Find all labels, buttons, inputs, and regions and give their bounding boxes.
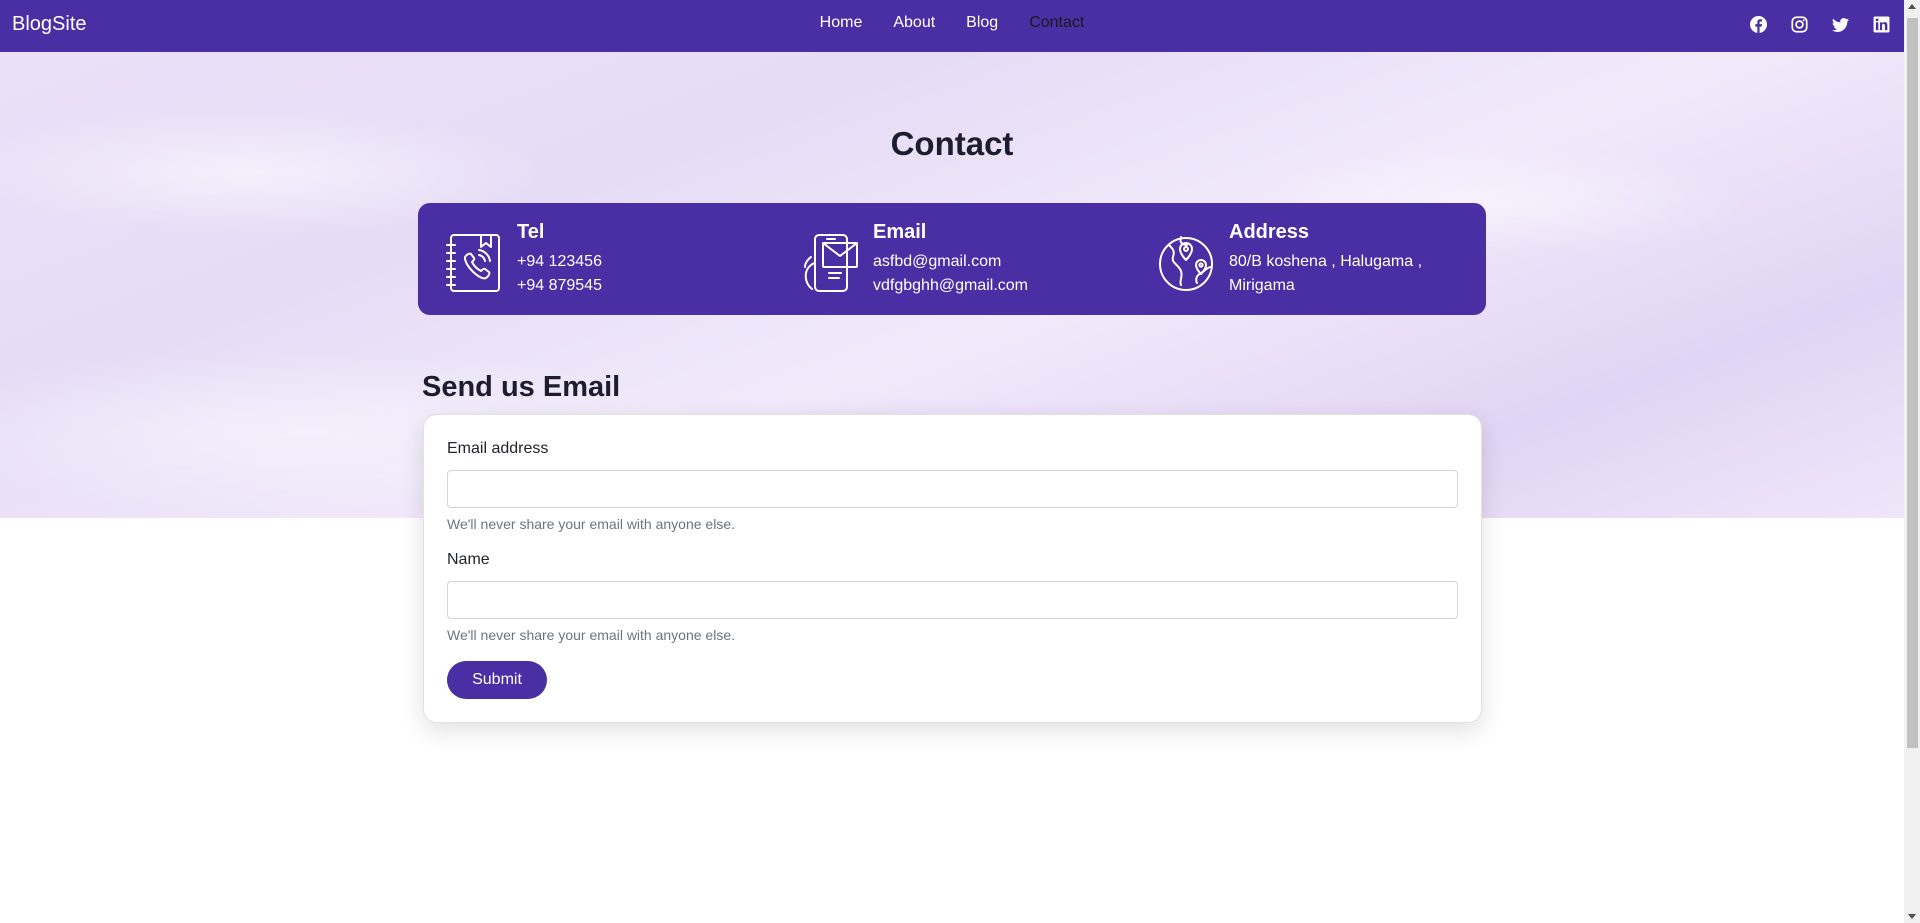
address-line-2: Mirigama xyxy=(1229,277,1295,294)
nav-link-home[interactable]: Home xyxy=(820,14,863,32)
twitter-icon[interactable] xyxy=(1832,16,1849,33)
linkedin-icon[interactable] xyxy=(1873,16,1890,33)
contact-info-card: Tel +94 123456 +94 879545 Email asfbd@gm… xyxy=(418,203,1486,315)
nav-link-contact[interactable]: Contact xyxy=(1029,14,1084,32)
address-title: Address xyxy=(1229,221,1310,243)
page-scrollbar[interactable] xyxy=(1904,0,1920,923)
tel-title: Tel xyxy=(517,221,545,243)
tel-line-2: +94 879545 xyxy=(517,277,602,294)
email-title: Email xyxy=(873,221,927,243)
social-links xyxy=(1750,16,1890,33)
email-line-2: vdfgbghh@gmail.com xyxy=(873,277,1028,294)
name-label: Name xyxy=(447,551,490,568)
facebook-icon[interactable] xyxy=(1750,16,1767,33)
email-info: Email asfbd@gmail.com vdfgbghh@gmail.com xyxy=(801,221,1028,298)
form-heading: Send us Email xyxy=(422,371,621,403)
navbar: BlogSite Home About Blog Contact xyxy=(0,0,1904,52)
instagram-icon[interactable] xyxy=(1791,16,1808,33)
email-label: Email address xyxy=(447,440,549,457)
nav-link-blog[interactable]: Blog xyxy=(966,14,998,32)
tel-line-1: +94 123456 xyxy=(517,253,602,270)
nav-link-about[interactable]: About xyxy=(893,14,935,32)
email-help-text: We'll never share your email with anyone… xyxy=(447,516,735,532)
email-line-1: asfbd@gmail.com xyxy=(873,253,1002,270)
nav-links: Home About Blog Contact xyxy=(0,14,1904,32)
globe-pin-icon xyxy=(1159,236,1213,291)
name-help-text: We'll never share your email with anyone… xyxy=(447,627,735,643)
email-field[interactable] xyxy=(447,470,1458,508)
email-text: Email asfbd@gmail.com vdfgbghh@gmail.com xyxy=(873,221,1028,298)
email-form: Email address We'll never share your ema… xyxy=(423,414,1482,723)
phone-book-icon xyxy=(446,234,500,292)
tel-text: Tel +94 123456 +94 879545 xyxy=(517,221,602,298)
address-info: Address 80/B koshena , Halugama , Miriga… xyxy=(1157,221,1422,298)
name-field[interactable] xyxy=(447,581,1458,619)
page-title: Contact xyxy=(890,125,1014,162)
mobile-mail-icon xyxy=(804,234,858,292)
tel-info: Tel +94 123456 +94 879545 xyxy=(445,221,602,298)
scroll-up-arrow-icon[interactable] xyxy=(1908,4,1916,9)
submit-button[interactable]: Submit xyxy=(447,661,547,699)
address-text: Address 80/B koshena , Halugama , Miriga… xyxy=(1229,221,1422,298)
scroll-down-arrow-icon[interactable] xyxy=(1908,914,1916,919)
address-line-1: 80/B koshena , Halugama , xyxy=(1229,253,1423,270)
scrollbar-thumb[interactable] xyxy=(1907,18,1918,748)
